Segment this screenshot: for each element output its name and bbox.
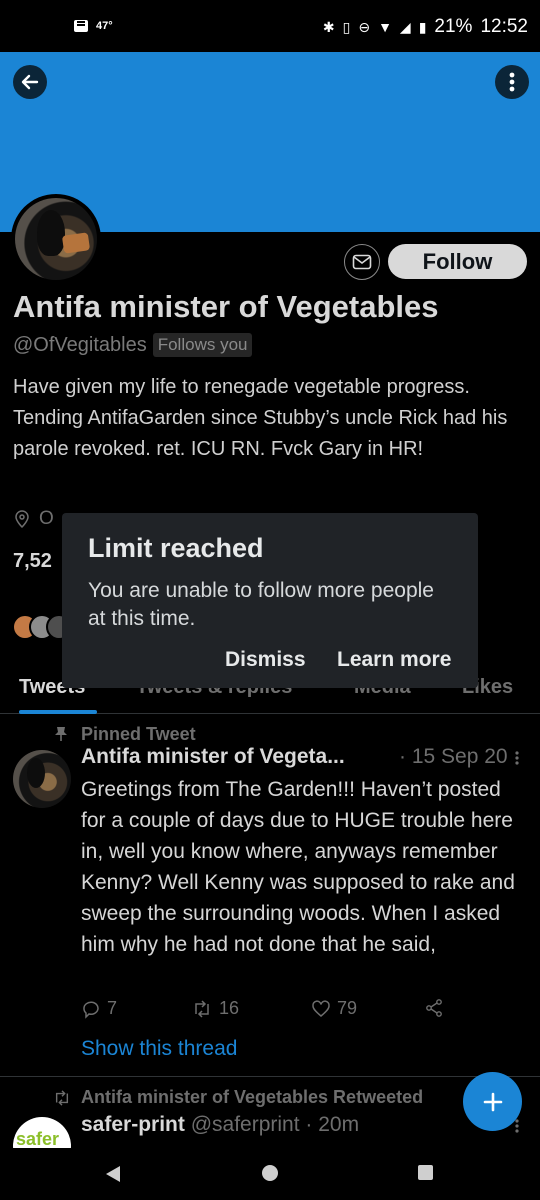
battery-percent: 21% <box>434 16 473 37</box>
follows-you-badge: Follows you <box>152 333 253 357</box>
profile-avatar[interactable] <box>11 194 101 284</box>
envelope-icon <box>352 254 372 270</box>
pin-icon <box>55 727 67 741</box>
nav-back-icon[interactable] <box>104 1164 122 1184</box>
message-button[interactable] <box>344 244 380 280</box>
message-notification-icon <box>74 20 88 32</box>
dialog-message: You are unable to follow more people at … <box>88 579 434 630</box>
heart-icon <box>312 1000 330 1017</box>
status-bar: 47° ✱ ▯ ⊖ ▼ ◢ ▮ 21% 12:52 <box>0 0 540 52</box>
handle-row: @OfVegitables Follows you <box>13 333 253 357</box>
location-icon <box>15 510 29 529</box>
signal-icon: ◢ <box>399 18 411 35</box>
profile-bio: Have given my life to renegade vegetable… <box>13 376 508 460</box>
profile-display-name: Antifa minister of Vegetables <box>13 289 439 324</box>
tweet-author-name[interactable]: Antifa minister of Vegeta... <box>81 745 345 768</box>
tweet-date: · 15 Sep 20 <box>399 745 508 768</box>
retweeted-icon <box>55 1090 69 1106</box>
tweet-header: Antifa minister of Vegeta... · 15 Sep 20 <box>81 745 521 769</box>
limit-reached-dialog: Limit reached You are unable to follow m… <box>62 513 478 688</box>
location-text: O <box>39 508 54 529</box>
follow-button[interactable]: Follow <box>388 244 527 279</box>
pinned-tweet-label: Pinned Tweet <box>81 724 196 744</box>
temperature: 47° <box>96 20 113 32</box>
active-tab-indicator <box>19 710 97 714</box>
nav-home-icon[interactable] <box>262 1165 278 1181</box>
wifi-icon: ▼ <box>378 19 392 35</box>
retweeted-label: Antifa minister of Vegetables Retweeted <box>81 1087 424 1107</box>
reply-icon <box>83 1001 99 1019</box>
more-options-button[interactable] <box>495 65 529 99</box>
bluetooth-icon: ✱ <box>322 18 335 35</box>
plus-icon <box>483 1092 502 1111</box>
share-icon <box>426 999 442 1017</box>
do-not-disturb-icon: ⊖ <box>358 18 371 35</box>
retweet-header: safer-print @saferprint · 20m <box>81 1113 359 1137</box>
clock: 12:52 <box>480 16 528 37</box>
retweet-author-handle: @saferprint · 20m <box>190 1113 360 1136</box>
profile-handle: @OfVegitables <box>13 333 147 356</box>
compose-tweet-button[interactable] <box>463 1072 522 1131</box>
retweet-icon <box>195 999 209 1018</box>
retweet-author-name[interactable]: safer-print <box>81 1113 185 1136</box>
tweet-divider <box>0 1076 540 1077</box>
like-button[interactable]: 79 <box>311 998 357 1019</box>
show-thread-link[interactable]: Show this thread <box>81 1037 237 1061</box>
vertical-dots-icon <box>509 72 515 92</box>
reply-count: 7 <box>107 998 118 1018</box>
tweet-text: Greetings from The Garden!!! Haven’t pos… <box>81 778 515 956</box>
battery-icon: ▮ <box>418 18 427 35</box>
back-arrow-icon <box>21 74 39 90</box>
share-button[interactable] <box>424 998 444 1018</box>
avatar-logo-text: safer <box>16 1129 60 1149</box>
like-count: 79 <box>337 998 358 1018</box>
dismiss-button[interactable]: Dismiss <box>225 648 306 672</box>
followers-you-know[interactable] <box>12 614 72 640</box>
profile-meta: O <box>13 508 54 530</box>
back-button[interactable] <box>13 65 47 99</box>
tweet-author-avatar[interactable] <box>13 750 71 808</box>
nav-recents-icon[interactable] <box>418 1165 433 1180</box>
system-navigation-bar <box>0 1148 540 1200</box>
retweet-count: 16 <box>219 998 240 1018</box>
reply-button[interactable]: 7 <box>81 998 117 1019</box>
vibrate-icon: ▯ <box>342 18 351 35</box>
learn-more-button[interactable]: Learn more <box>337 648 451 672</box>
retweet-button[interactable]: 16 <box>191 998 239 1019</box>
following-count[interactable]: 7,52 <box>13 550 52 573</box>
tweet-more-icon[interactable] <box>514 750 520 766</box>
dialog-title: Limit reached <box>88 533 264 563</box>
